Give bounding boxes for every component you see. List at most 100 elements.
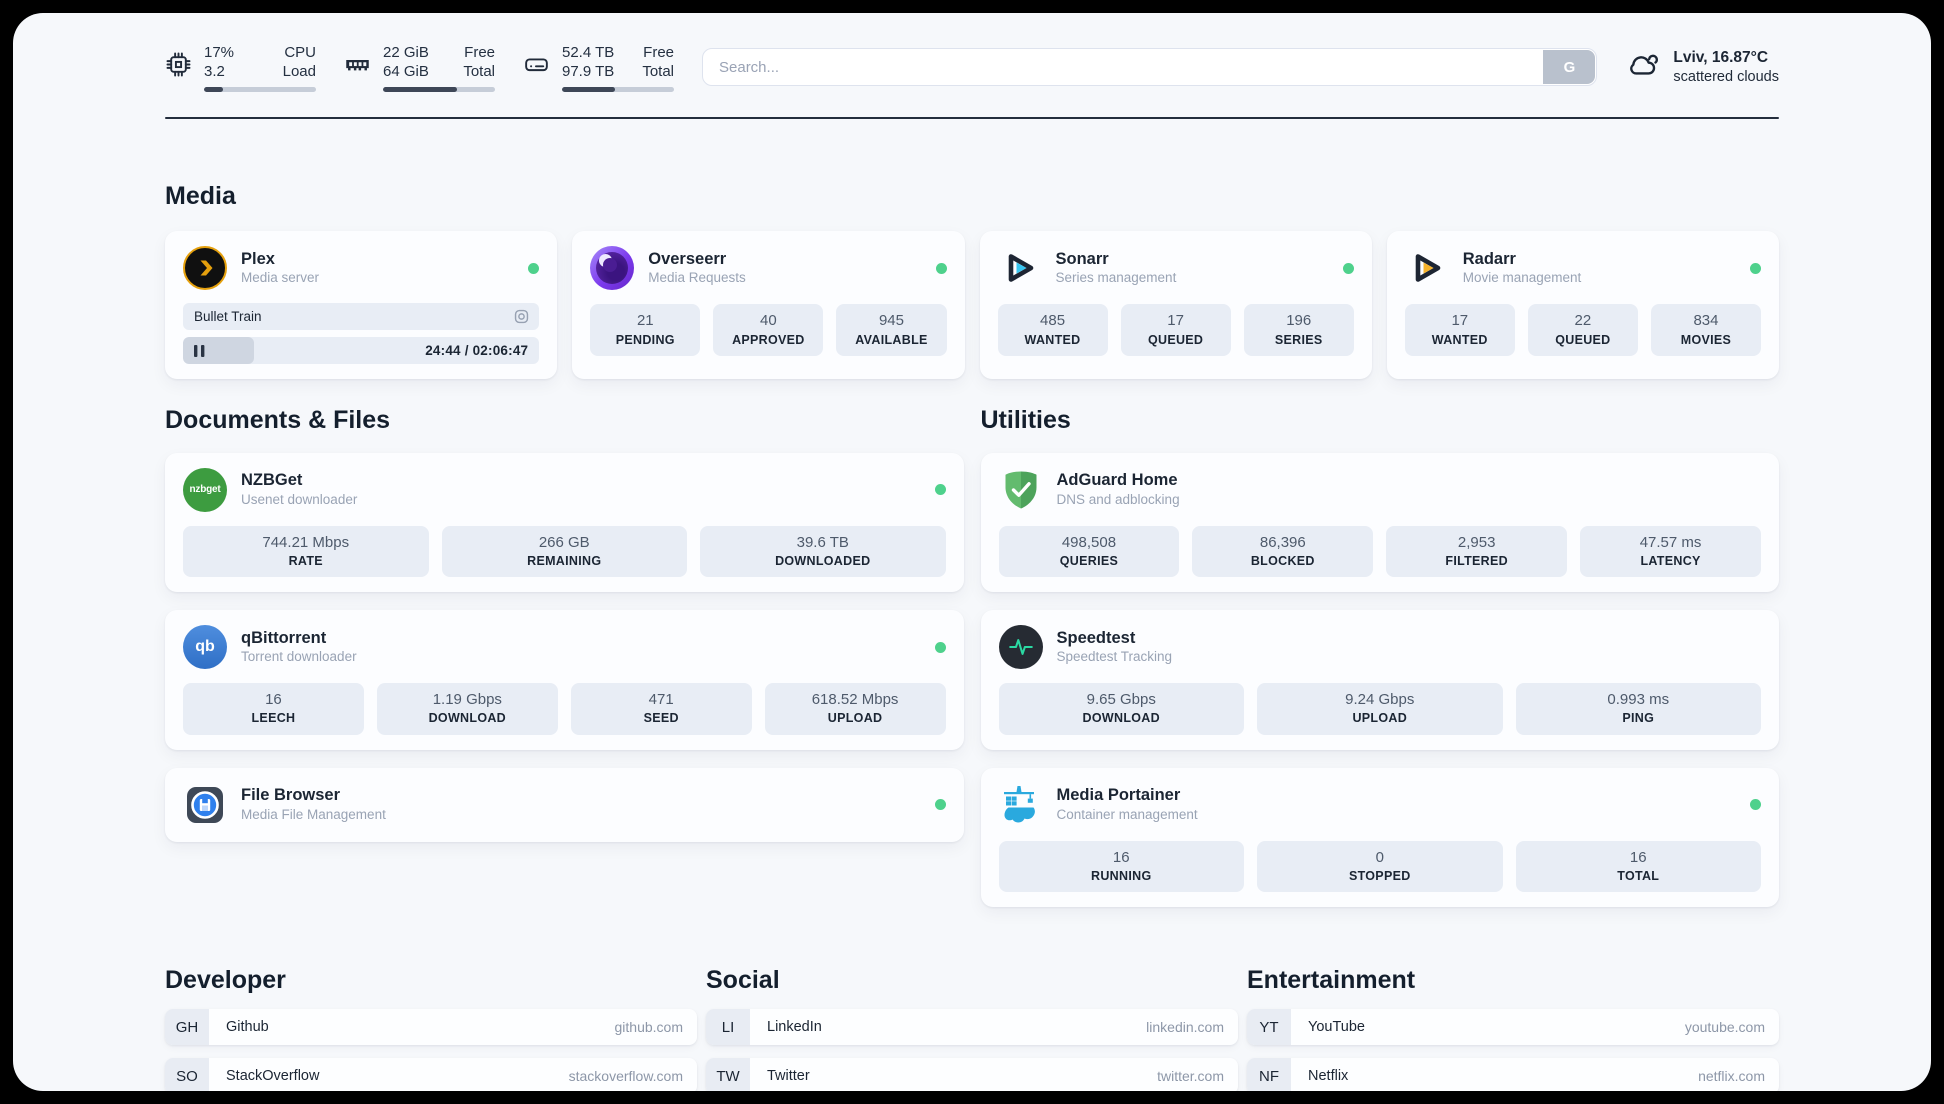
status-dot bbox=[934, 484, 946, 495]
stat-running: 16 RUNNING bbox=[998, 840, 1244, 892]
stat-queued: 17 QUEUED bbox=[1120, 304, 1231, 356]
bookmark-name: Netflix bbox=[1308, 1068, 1349, 1085]
stat-upload: 9.24 Gbps UPLOAD bbox=[1257, 683, 1503, 735]
service-title: Media Portainer bbox=[1056, 786, 1181, 805]
bookmark-url: youtube.com bbox=[1684, 1019, 1765, 1036]
filebrowser-app-link[interactable]: File Browser Media File Management bbox=[183, 783, 935, 827]
stat-latency: 47.57 ms LATENCY bbox=[1580, 525, 1761, 577]
bookmark-name: LinkedIn bbox=[767, 1019, 822, 1036]
bookmark-github[interactable]: GH Github github.com bbox=[165, 1009, 697, 1046]
plex-app-link[interactable]: Plex Media server bbox=[183, 246, 528, 291]
bookmark-youtube[interactable]: YT YouTube youtube.com bbox=[1247, 1009, 1779, 1046]
media-cards: Plex Media server Bullet Train 24:44 / 0… bbox=[165, 231, 1779, 380]
weather-condition: scattered clouds bbox=[1673, 68, 1779, 85]
service-title: Radarr bbox=[1462, 249, 1516, 268]
disk-free-value: 52.4 TB bbox=[562, 43, 615, 61]
bookmark-twitter[interactable]: TW Twitter twitter.com bbox=[706, 1058, 1238, 1091]
search-input[interactable] bbox=[702, 48, 1598, 86]
disk-total-label: Total bbox=[642, 63, 674, 80]
cpu-usage-value: 17% bbox=[204, 43, 235, 61]
service-card-filebrowser: File Browser Media File Management bbox=[165, 767, 964, 842]
documents-column: Documents & Files nzbget NZBGet Usenet d… bbox=[165, 379, 964, 907]
sonarr-icon bbox=[998, 246, 1042, 290]
plex-icon bbox=[183, 246, 227, 291]
status-dot bbox=[528, 262, 540, 274]
service-card-adguard: AdGuard Home DNS and adblocking 498,508 Q… bbox=[980, 452, 1779, 592]
status-dot bbox=[1750, 262, 1761, 274]
stat-queued: 22 QUEUED bbox=[1527, 304, 1638, 356]
bookmark-linkedin[interactable]: LI LinkedIn linkedin.com bbox=[706, 1009, 1238, 1046]
service-card-plex: Plex Media server Bullet Train 24:44 / 0… bbox=[165, 231, 558, 380]
stat-stopped: 0 STOPPED bbox=[1257, 840, 1503, 892]
pause-button[interactable] bbox=[194, 337, 205, 364]
service-subtitle: DNS and adblocking bbox=[1056, 491, 1180, 507]
bookmark-stackoverflow[interactable]: SO StackOverflow stackoverflow.com bbox=[165, 1058, 697, 1091]
service-subtitle: Media Requests bbox=[648, 270, 746, 286]
radarr-app-link[interactable]: Radarr Movie management bbox=[1405, 246, 1750, 290]
stat-pending: 21 PENDING bbox=[590, 304, 701, 356]
bookmark-netflix[interactable]: NF Netflix netflix.com bbox=[1247, 1058, 1779, 1091]
status-dot bbox=[934, 641, 946, 653]
speedtest-icon bbox=[998, 625, 1043, 669]
portainer-app-link[interactable]: Media Portainer Container management bbox=[999, 783, 1751, 827]
bookmark-url: github.com bbox=[614, 1019, 683, 1036]
service-card-sonarr: Sonarr Series management 485 WANTED 17 QUE… bbox=[979, 231, 1372, 380]
stat-remaining: 266 GB REMAINING bbox=[441, 525, 687, 577]
bookmark-group-developer: Developer GH Github github.com SO StackO… bbox=[165, 965, 697, 1091]
stat-queries: 498,508 QUERIES bbox=[998, 525, 1180, 577]
nzbget-icon: nzbget bbox=[183, 467, 227, 512]
stat-filtered: 2,953 FILTERED bbox=[1386, 525, 1568, 577]
service-card-radarr: Radarr Movie management 17 WANTED 22 QUEUE… bbox=[1386, 231, 1779, 380]
service-card-speedtest: Speedtest Speedtest Tracking 9.65 Gbps DO… bbox=[980, 610, 1779, 750]
bookmark-abbr: NF bbox=[1247, 1058, 1291, 1091]
adguard-app-link[interactable]: AdGuard Home DNS and adblocking bbox=[999, 468, 1762, 512]
stat-available: 945 AVAILABLE bbox=[836, 304, 947, 356]
cpu-widget: 17% 3.2 CPU Load bbox=[165, 43, 316, 92]
bookmark-url: twitter.com bbox=[1157, 1068, 1224, 1085]
stat-downloaded: 39.6 TB DOWNLOADED bbox=[700, 525, 946, 577]
memory-total-value: 64 GiB bbox=[383, 63, 429, 80]
disk-total-value: 97.9 TB bbox=[562, 63, 615, 80]
bookmark-abbr: LI bbox=[706, 1009, 750, 1046]
nzbget-app-link[interactable]: nzbget NZBGet Usenet downloader bbox=[183, 467, 935, 512]
overseerr-app-link[interactable]: Overseerr Media Requests bbox=[590, 246, 935, 291]
stat-upload: 618.52 Mbps UPLOAD bbox=[764, 683, 946, 735]
service-card-portainer: Media Portainer Container management 16 R… bbox=[980, 767, 1779, 907]
service-title: Speedtest bbox=[1056, 628, 1136, 647]
service-subtitle: Usenet downloader bbox=[241, 491, 358, 507]
memory-widget: 22 GiB 64 GiB Free Total bbox=[344, 43, 495, 92]
cloud-icon bbox=[1625, 47, 1661, 88]
system-widgets: 17% 3.2 CPU Load 22 GiB 64 GiB Free Tota… bbox=[165, 43, 674, 92]
disk-free-label: Free bbox=[643, 43, 674, 61]
service-title: NZBGet bbox=[241, 471, 303, 490]
section-title-media: Media bbox=[165, 182, 236, 210]
stat-download: 9.65 Gbps DOWNLOAD bbox=[998, 683, 1244, 735]
service-title: File Browser bbox=[241, 786, 341, 805]
speedtest-app-link[interactable]: Speedtest Speedtest Tracking bbox=[998, 625, 1762, 669]
bookmark-abbr: YT bbox=[1247, 1009, 1291, 1046]
weather-location-temp: Lviv, 16.87°C bbox=[1673, 48, 1769, 66]
stat-movies: 834 MOVIES bbox=[1650, 304, 1761, 356]
sonarr-app-link[interactable]: Sonarr Series management bbox=[998, 246, 1343, 290]
cpu-load-value: 3.2 bbox=[204, 63, 225, 80]
session-view-icon[interactable] bbox=[513, 308, 530, 325]
stat-wanted: 17 WANTED bbox=[1404, 304, 1515, 356]
stat-rate: 744.21 Mbps RATE bbox=[183, 525, 429, 577]
stat-download: 1.19 Gbps DOWNLOAD bbox=[376, 683, 558, 735]
stat-approved: 40 APPROVED bbox=[713, 304, 824, 356]
radarr-icon bbox=[1405, 246, 1449, 290]
service-subtitle: Media File Management bbox=[241, 806, 386, 822]
bookmark-name: YouTube bbox=[1308, 1019, 1365, 1036]
bookmark-url: linkedin.com bbox=[1146, 1019, 1224, 1036]
now-playing-row: Bullet Train bbox=[183, 303, 540, 331]
qbittorrent-app-link[interactable]: qb qBittorrent Torrent downloader bbox=[183, 625, 935, 669]
bookmark-name: Github bbox=[226, 1019, 269, 1036]
stat-blocked: 86,396 BLOCKED bbox=[1192, 525, 1374, 577]
search-provider-button[interactable]: G bbox=[1543, 50, 1596, 84]
bookmark-group-social: Social LI LinkedIn linkedin.com TW Twitt… bbox=[706, 965, 1238, 1091]
service-subtitle: Container management bbox=[1056, 806, 1198, 822]
memory-icon bbox=[344, 51, 371, 83]
bookmark-group-entertainment: Entertainment YT YouTube youtube.com NF … bbox=[1247, 965, 1779, 1091]
stat-series: 196 SERIES bbox=[1243, 304, 1354, 356]
status-dot bbox=[934, 799, 946, 810]
